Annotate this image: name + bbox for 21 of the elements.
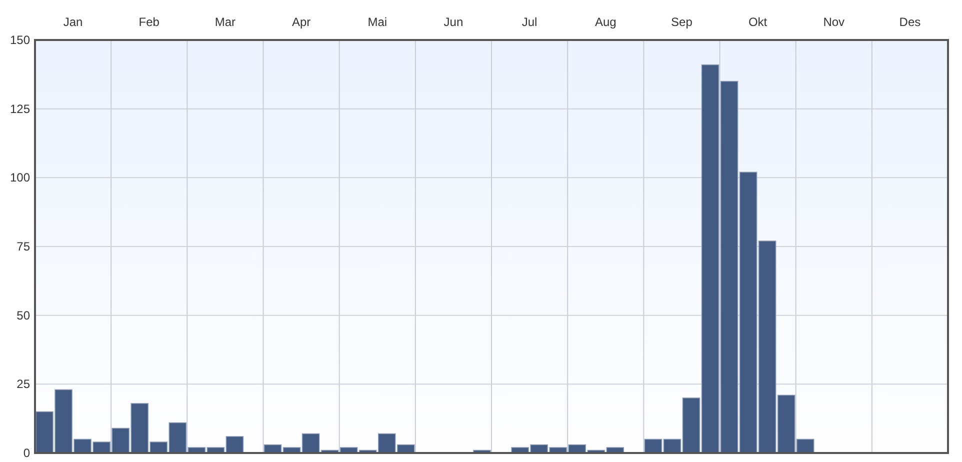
y-tick-label: 0 <box>23 446 30 460</box>
y-tick-label: 100 <box>10 170 30 185</box>
month-label: Mai <box>368 15 388 29</box>
y-tick-label: 75 <box>16 240 30 254</box>
month-label: Jul <box>522 15 538 29</box>
month-label: Apr <box>292 15 311 29</box>
y-tick-label: 125 <box>10 102 30 116</box>
month-label: Nov <box>823 15 845 29</box>
y-tick-label: 150 <box>10 33 30 47</box>
bar <box>644 438 662 454</box>
month-label: Okt <box>748 15 768 29</box>
month-label: Sep <box>671 15 692 29</box>
month-label: Des <box>899 15 921 29</box>
month-label: Feb <box>138 15 160 29</box>
month-label: Aug <box>594 15 616 29</box>
month-label: Mar <box>214 15 236 29</box>
y-tick-label: 25 <box>16 377 30 392</box>
y-tick-label: 50 <box>16 308 30 322</box>
bar <box>473 450 491 454</box>
month-label: Jun <box>444 15 464 29</box>
month-label: Jan <box>63 15 83 29</box>
